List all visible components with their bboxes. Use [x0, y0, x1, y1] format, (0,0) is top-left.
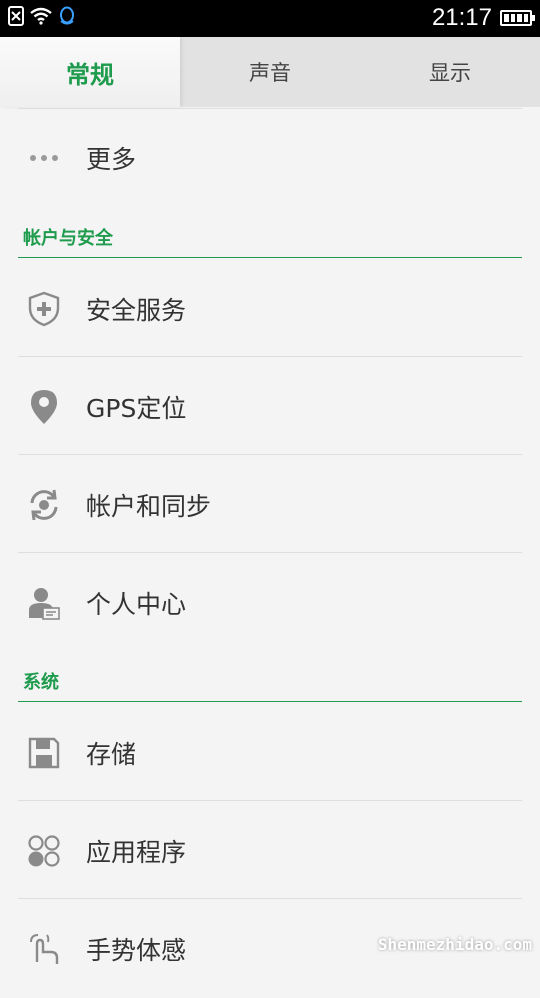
clock-time: 21:17 [431, 4, 492, 31]
personal-center-label: 个人中心 [86, 590, 187, 619]
wifi-icon [30, 7, 52, 25]
storage-label: 存储 [86, 740, 137, 769]
divider [18, 800, 522, 801]
list-item-security-service[interactable]: 安全服务 [18, 260, 522, 358]
security-service-label: 安全服务 [86, 296, 187, 325]
list-item-storage[interactable]: 存储 [18, 704, 522, 802]
divider [18, 552, 522, 553]
section-header-account-security: 帐户与安全 [18, 217, 522, 258]
more-icon [22, 136, 66, 180]
list-item-account-sync[interactable]: 帐户和同步 [18, 456, 522, 554]
more-label: 更多 [86, 145, 137, 174]
gps-label: GPS定位 [86, 394, 187, 423]
location-pin-icon [22, 385, 66, 429]
no-sim-icon [8, 6, 24, 26]
divider [18, 454, 522, 455]
battery-icon [500, 10, 535, 26]
tab-bar: 常规 声音 显示 [0, 37, 540, 107]
section-title: 系统 [23, 672, 59, 693]
divider [18, 898, 522, 899]
section-header-system: 系统 [18, 661, 522, 702]
qq-icon [60, 6, 74, 25]
list-item-personal-center[interactable]: 个人中心 [18, 554, 522, 652]
apps-icon [22, 829, 66, 873]
watermark: Shenmezhidao.com [377, 935, 532, 954]
list-item-gps[interactable]: GPS定位 [18, 358, 522, 456]
list-item-more[interactable]: 更多 [18, 109, 522, 207]
storage-icon [22, 731, 66, 775]
status-bar: 21:17 [0, 0, 540, 37]
list-item-applications[interactable]: 应用程序 [18, 802, 522, 900]
tab-sound[interactable]: 声音 [180, 37, 360, 107]
gesture-hand-icon [22, 927, 66, 971]
gesture-label: 手势体感 [86, 936, 187, 965]
tab-display[interactable]: 显示 [360, 37, 540, 107]
user-profile-icon [22, 581, 66, 625]
section-title: 帐户与安全 [23, 228, 113, 249]
tab-general[interactable]: 常规 [0, 37, 180, 107]
sync-icon [22, 483, 66, 527]
shield-icon [22, 287, 66, 331]
account-sync-label: 帐户和同步 [86, 492, 212, 521]
divider [18, 356, 522, 357]
applications-label: 应用程序 [86, 838, 187, 867]
